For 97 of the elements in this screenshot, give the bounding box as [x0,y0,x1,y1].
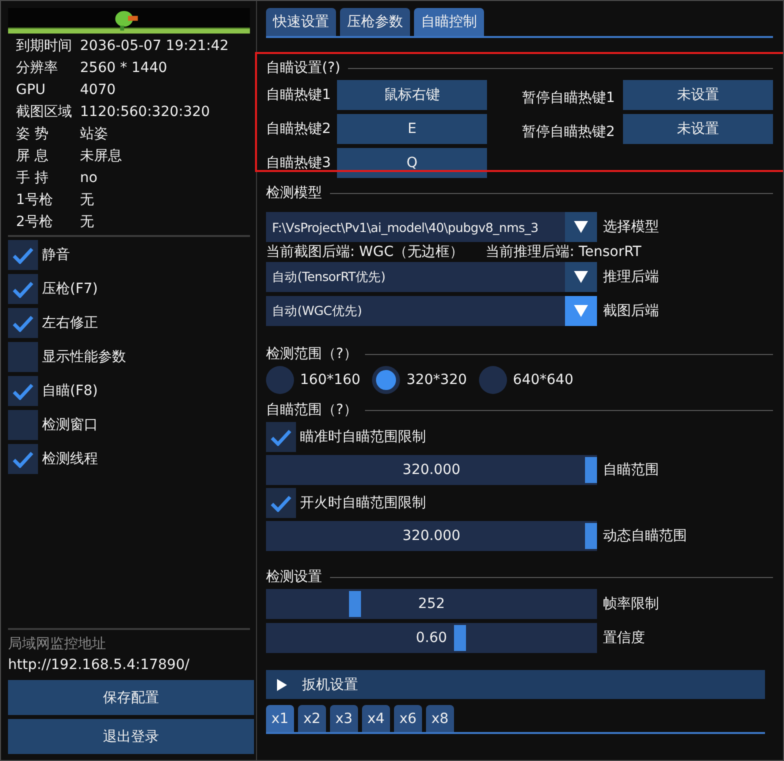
field-label: 截图后端 [603,302,659,320]
slider-label: 置信度 [603,629,645,647]
field-label: 推理后端 [603,268,659,286]
checkbox[interactable] [8,342,38,372]
checkbox-label: 瞄准时自瞄范围限制 [300,428,426,446]
monitor-label: 局域网监控地址 [8,635,107,654]
hotkey-button[interactable]: Q [337,148,487,178]
info-label: 手 持 [16,168,50,187]
info-value: 未屏息 [80,146,122,165]
checkbox[interactable] [8,274,38,304]
info-value: no [80,170,98,186]
checkbox-label: 检测窗口 [42,416,98,434]
collapsible-header[interactable]: 扳机设置 [266,670,765,699]
tab[interactable]: 压枪参数 [340,8,410,36]
info-value: 2036-05-07 19:21:42 [80,38,229,54]
status-text: 当前推理后端: TensorRT [486,243,642,261]
section-title: 检测模型 [266,184,322,202]
slider-label: 帧率限制 [603,595,659,613]
info-value: 1120:560:320:320 [80,104,210,120]
section-title: 检测设置 [266,568,322,586]
tab[interactable]: 自瞄控制 [414,8,484,36]
hotkey-label: 暂停自瞄热键1 [522,89,616,107]
radio-button[interactable] [478,366,507,394]
caret-icon [574,221,588,233]
checkbox[interactable] [8,376,38,406]
dropdown-button[interactable] [565,262,597,292]
checkbox-label: 显示性能参数 [42,348,126,366]
checkbox-label: 静音 [42,246,70,264]
info-label: 屏 息 [16,146,50,165]
checkbox-label: 检测线程 [42,450,98,468]
tab[interactable]: x4 [362,705,390,732]
checkbox-label: 左右修正 [42,314,98,332]
info-label: GPU [16,82,47,98]
slider-thumb[interactable] [585,523,597,549]
tab[interactable]: x6 [394,705,422,732]
checkbox-label: 压枪(F7) [42,280,98,298]
slider-thumb[interactable] [454,625,466,651]
info-value: 4070 [80,82,116,98]
info-value: 站姿 [80,124,108,143]
info-label: 2号枪 [16,212,54,231]
radio-label: 640*640 [512,372,574,388]
checkbox[interactable] [266,422,296,452]
sidebar-button[interactable]: 退出登录 [8,719,254,754]
monitor-url: http://192.168.5.4:17890/ [8,656,190,675]
slider-label: 自瞄范围 [603,461,659,479]
dropdown-button[interactable] [565,212,597,242]
hotkey-label: 自瞄热键2 [266,120,332,138]
info-value: 无 [80,212,94,231]
info-label: 分辨率 [16,58,59,77]
info-value: 无 [80,190,94,209]
checkbox[interactable] [8,410,38,440]
sidebar-button[interactable]: 保存配置 [8,680,254,715]
radio-button[interactable] [372,366,400,394]
slider[interactable]: 320.000 [266,455,597,485]
triangle-icon [276,678,288,690]
checkbox[interactable] [8,308,38,338]
radio-button[interactable] [266,366,294,394]
slider-label: 动态自瞄范围 [603,527,687,545]
slider-thumb[interactable] [585,457,597,483]
hotkey-label: 自瞄热键1 [266,86,332,104]
section-title: 自瞄范围（?） [266,401,358,419]
checkbox[interactable] [8,444,38,474]
info-label: 到期时间 [16,36,73,55]
checkbox[interactable] [266,488,296,518]
hotkey-button[interactable]: 未设置 [623,80,773,110]
hotkey-label: 暂停自瞄热键2 [522,123,616,141]
hotkey-label: 自瞄热键3 [266,154,332,172]
section-title: 自瞄设置(?) [266,59,340,77]
checkbox-label: 开火时自瞄范围限制 [300,494,426,512]
caret-icon [574,305,588,317]
status-text: 当前截图后端: WGC（无边框） [266,243,464,261]
section-title: 检测范围（?） [266,345,358,363]
radio-label: 320*320 [406,372,467,388]
hotkey-button[interactable]: 鼠标右键 [337,80,487,110]
dropdown[interactable]: 自动(TensorRT优先) [266,262,597,292]
slider[interactable]: 252 [266,589,597,619]
info-value: 2560 * 1440 [80,60,168,76]
tab[interactable]: x3 [330,705,358,732]
radio-label: 160*160 [300,372,360,388]
slider[interactable]: 320.000 [266,521,597,551]
slider[interactable]: 0.60 [266,623,597,653]
tab[interactable]: x2 [298,705,326,732]
info-label: 姿 势 [16,124,50,143]
checkbox-label: 自瞄(F8) [42,382,98,400]
checkbox[interactable] [8,240,38,270]
info-label: 截图区域 [16,102,73,121]
tab[interactable]: x8 [426,705,454,732]
tab[interactable]: x1 [266,705,294,732]
info-label: 1号枪 [16,190,54,209]
caret-icon [574,271,588,283]
field-label: 选择模型 [603,218,659,236]
dropdown[interactable]: 自动(WGC优先) [266,296,597,326]
tab[interactable]: 快速设置 [266,8,336,36]
dropdown[interactable]: F:\VsProject\Pv1\ai_model\40\pubgv8_nms_3 [266,212,597,242]
slider-thumb[interactable] [348,591,361,617]
hotkey-button[interactable]: E [337,114,487,144]
hotkey-button[interactable]: 未设置 [623,114,773,144]
